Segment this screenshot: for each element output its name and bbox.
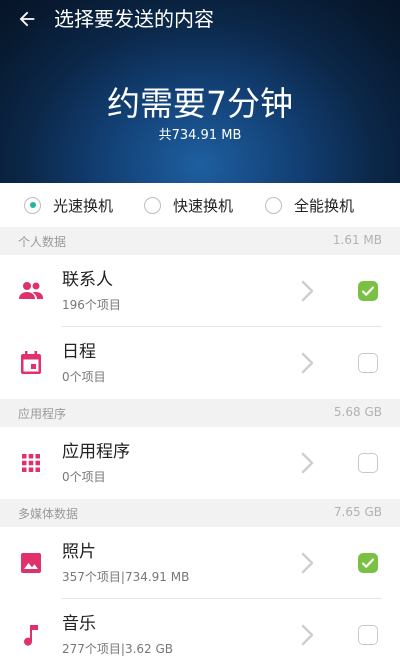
photo-icon (17, 551, 45, 575)
list-item-apps[interactable]: 应用程序 0个项目 (0, 427, 400, 499)
calendar-icon (17, 351, 45, 375)
checkmark-icon (361, 286, 375, 296)
section-header-apps: 应用程序 5.68 GB (0, 399, 400, 427)
back-button[interactable] (12, 4, 42, 34)
item-count: 0个项目 (62, 470, 106, 484)
list-item-photos[interactable]: 照片 357个项目|734.91 MB (0, 527, 400, 599)
list-item-calendar[interactable]: 日程 0个项目 (0, 327, 400, 399)
item-name: 联系人 (62, 270, 113, 290)
chevron-right-icon[interactable] (298, 351, 318, 375)
item-checkbox-checked[interactable] (358, 553, 378, 573)
item-count: 277个项目|3.62 GB (62, 642, 174, 656)
mode-label: 快速换机 (173, 196, 234, 215)
section-header-media: 多媒体数据 7.65 GB (0, 499, 400, 527)
radio-unselected[interactable] (265, 196, 282, 214)
mode-option-light-speed[interactable]: 光速换机 (24, 194, 113, 216)
mode-option-fast[interactable]: 快速换机 (144, 194, 233, 216)
music-icon (17, 623, 45, 647)
chevron-right-icon[interactable] (298, 623, 318, 647)
item-count: 196个项目 (62, 298, 121, 312)
chevron-right-icon[interactable] (298, 279, 318, 303)
chevron-right-icon[interactable] (298, 551, 318, 575)
transfer-mode-selector: 光速换机 快速换机 全能换机 (0, 183, 400, 227)
chevron-right-icon[interactable] (298, 451, 318, 475)
section-title: 多媒体数据 (18, 507, 79, 521)
total-size: 共734.91 MB (158, 128, 242, 143)
mode-label: 全能换机 (294, 196, 355, 215)
radio-unselected[interactable] (144, 196, 161, 214)
checkmark-icon (361, 558, 375, 568)
item-count: 0个项目 (62, 370, 106, 384)
item-checkbox-unchecked[interactable] (358, 353, 378, 373)
section-size: 7.65 GB (333, 505, 382, 519)
item-name: 照片 (62, 542, 96, 562)
header-banner: 选择要发送的内容 约需要7分钟 共734.91 MB (0, 0, 400, 183)
back-arrow-icon (19, 11, 35, 27)
page-title: 选择要发送的内容 (54, 7, 214, 31)
section-size: 1.61 MB (332, 233, 382, 247)
list-item-contacts[interactable]: 联系人 196个项目 (0, 255, 400, 327)
section-header-personal: 个人数据 1.61 MB (0, 227, 400, 255)
item-checkbox-unchecked[interactable] (358, 625, 378, 645)
section-title: 应用程序 (18, 407, 67, 421)
apps-grid-icon (17, 451, 45, 475)
contacts-icon (17, 279, 45, 303)
section-title: 个人数据 (18, 235, 67, 249)
section-size: 5.68 GB (333, 405, 382, 419)
item-name: 日程 (62, 342, 96, 362)
mode-option-full[interactable]: 全能换机 (265, 194, 354, 216)
item-count: 357个项目|734.91 MB (62, 570, 190, 584)
item-name: 应用程序 (62, 442, 130, 462)
item-checkbox-checked[interactable] (358, 281, 378, 301)
item-name: 音乐 (62, 614, 96, 634)
mode-label: 光速换机 (53, 196, 114, 215)
estimated-time: 约需要7分钟 (107, 84, 293, 123)
top-bar: 选择要发送的内容 (0, 0, 400, 38)
list-item-music[interactable]: 音乐 277个项目|3.62 GB (0, 599, 400, 666)
radio-selected[interactable] (24, 196, 41, 214)
item-checkbox-unchecked[interactable] (358, 453, 378, 473)
